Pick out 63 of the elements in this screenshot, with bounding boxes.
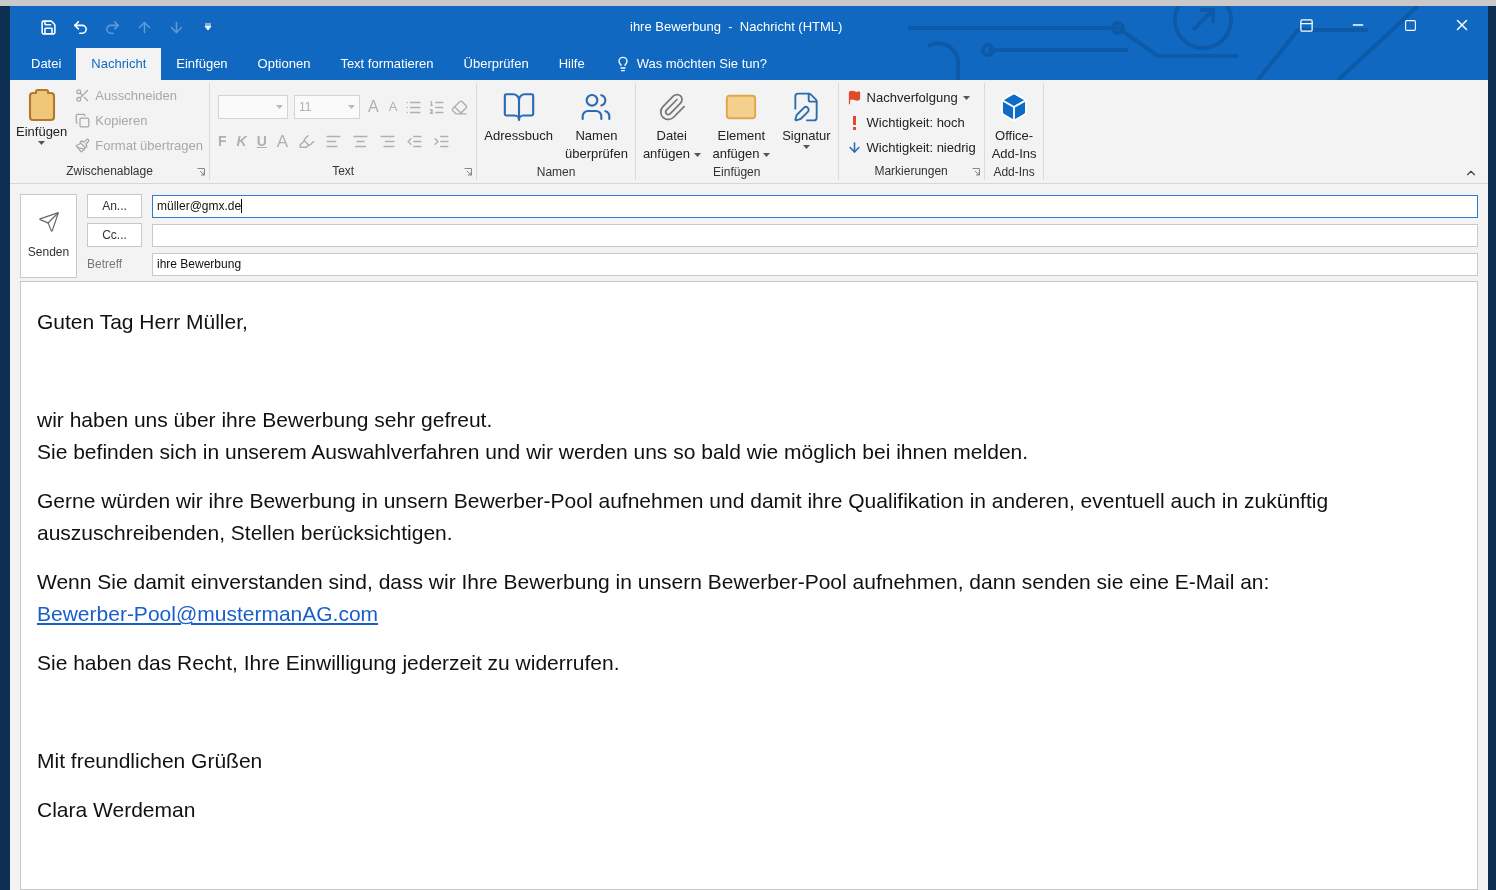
numbered-list-icon[interactable]	[428, 98, 446, 116]
field-label: Betreff	[87, 256, 124, 273]
caret-icon	[348, 105, 355, 109]
caret-icon	[763, 152, 771, 157]
ribbon-button[interactable]: Office- Add-Ins	[988, 83, 1040, 163]
recipient-button[interactable]: An...	[87, 194, 142, 218]
ribbon-tab[interactable]: Text formatieren	[325, 48, 449, 80]
caret-icon	[962, 95, 970, 100]
dialog-launcher-icon[interactable]	[197, 168, 205, 176]
ribbon-button[interactable]: Wichtigkeit: niedrig	[846, 135, 976, 160]
message-body[interactable]	[20, 281, 1478, 890]
caret-icon	[693, 152, 701, 157]
ribbon-tab[interactable]: Überprüfen	[448, 48, 544, 80]
input-field[interactable]: müller@gmx.de	[152, 194, 1478, 218]
group-label: Markierungen	[874, 163, 948, 180]
send-icon	[37, 211, 60, 233]
body-text: Sie haben das Recht, Ihre Einwilligung jederzeit zu widerrufen.	[37, 650, 621, 676]
ribbon-button[interactable]: Wichtigkeit: hoch	[846, 110, 976, 135]
body-text: Sie befinden sich in unserem Auswahlverfahren und wir werden uns so bald wie möglich bei ihnen melden.	[37, 439, 1030, 465]
eraser-icon[interactable]	[451, 98, 469, 116]
send-button[interactable]: Senden	[20, 194, 77, 278]
body-text: wir haben uns über ihre Bewerbung sehr gefreut.	[37, 407, 494, 433]
caret-icon	[276, 105, 283, 109]
ribbon-button[interactable]: Adressbuch	[481, 83, 556, 163]
body-text: Gerne würden wir ihre Bewerbung in unsern Bewerber-Pool aufnehmen und damit ihre Qualifikation in anderen, eventuell auch in zukünftig auszuschreibenden, Stellen berücksichtigen.	[37, 488, 1330, 546]
ribbon-button[interactable]: Datei anfügen	[639, 83, 704, 163]
arrow-down-icon	[846, 140, 862, 155]
ribbon-button[interactable]: Namen überprüfen	[562, 83, 631, 163]
input-field[interactable]	[152, 223, 1478, 247]
paste-button[interactable]: Einfügen	[16, 83, 68, 158]
body-text: Clara Werdeman	[37, 797, 197, 823]
ribbon-button[interactable]: Nachverfolgung	[846, 85, 976, 110]
ribbon-button[interactable]: Element anfügen	[709, 83, 774, 163]
dialog-launcher-icon[interactable]	[971, 168, 980, 176]
highlighter-icon[interactable]	[298, 133, 316, 151]
group-label: Namen	[536, 164, 576, 181]
paintbrush-icon	[75, 138, 91, 153]
body-text: Mit freundlichen Grüßen	[37, 748, 264, 774]
group-label: Einfügen	[713, 164, 761, 181]
ribbon-tab[interactable]: Optionen	[242, 48, 326, 80]
copy-icon	[75, 113, 91, 128]
body-text: Guten Tag Herr Müller,	[37, 309, 249, 335]
group-label: Text	[332, 163, 355, 180]
group-label: Add-Ins	[993, 164, 1035, 181]
font-name-field[interactable]	[218, 95, 288, 119]
ribbon-tab[interactable]: Datei	[16, 48, 77, 80]
ribbon-tab[interactable]: Hilfe	[543, 48, 600, 80]
exclamation-icon	[852, 115, 856, 130]
caret-icon	[38, 141, 46, 145]
group-label: Zwischenablage	[66, 163, 153, 180]
email-link[interactable]: Bewerber-Pool@mustermanAG.com	[37, 602, 379, 625]
caret-icon	[802, 145, 810, 149]
ribbon-tab[interactable]: Nachricht	[76, 48, 162, 80]
tell-me-field[interactable]: Was möchten Sie tun?	[599, 48, 767, 80]
body-text: Wenn Sie damit einverstanden sind, dass wir Ihre Bewerbung in unsern Bewerber-Pool aufnehmen, dann senden sie eine E-Mail an:	[37, 569, 1271, 595]
ribbon-tab[interactable]: Einfügen	[161, 48, 243, 80]
ribbon-button[interactable]: Signatur	[779, 83, 834, 163]
flag-icon	[846, 90, 862, 105]
window-title: ihre Bewerbung - Nachricht (HTML)	[630, 18, 843, 37]
input-field[interactable]: ihre Bewerbung	[152, 252, 1478, 276]
dialog-launcher-icon[interactable]	[464, 168, 473, 176]
recipient-button[interactable]: Cc...	[87, 223, 142, 247]
scissors-icon	[75, 88, 91, 103]
